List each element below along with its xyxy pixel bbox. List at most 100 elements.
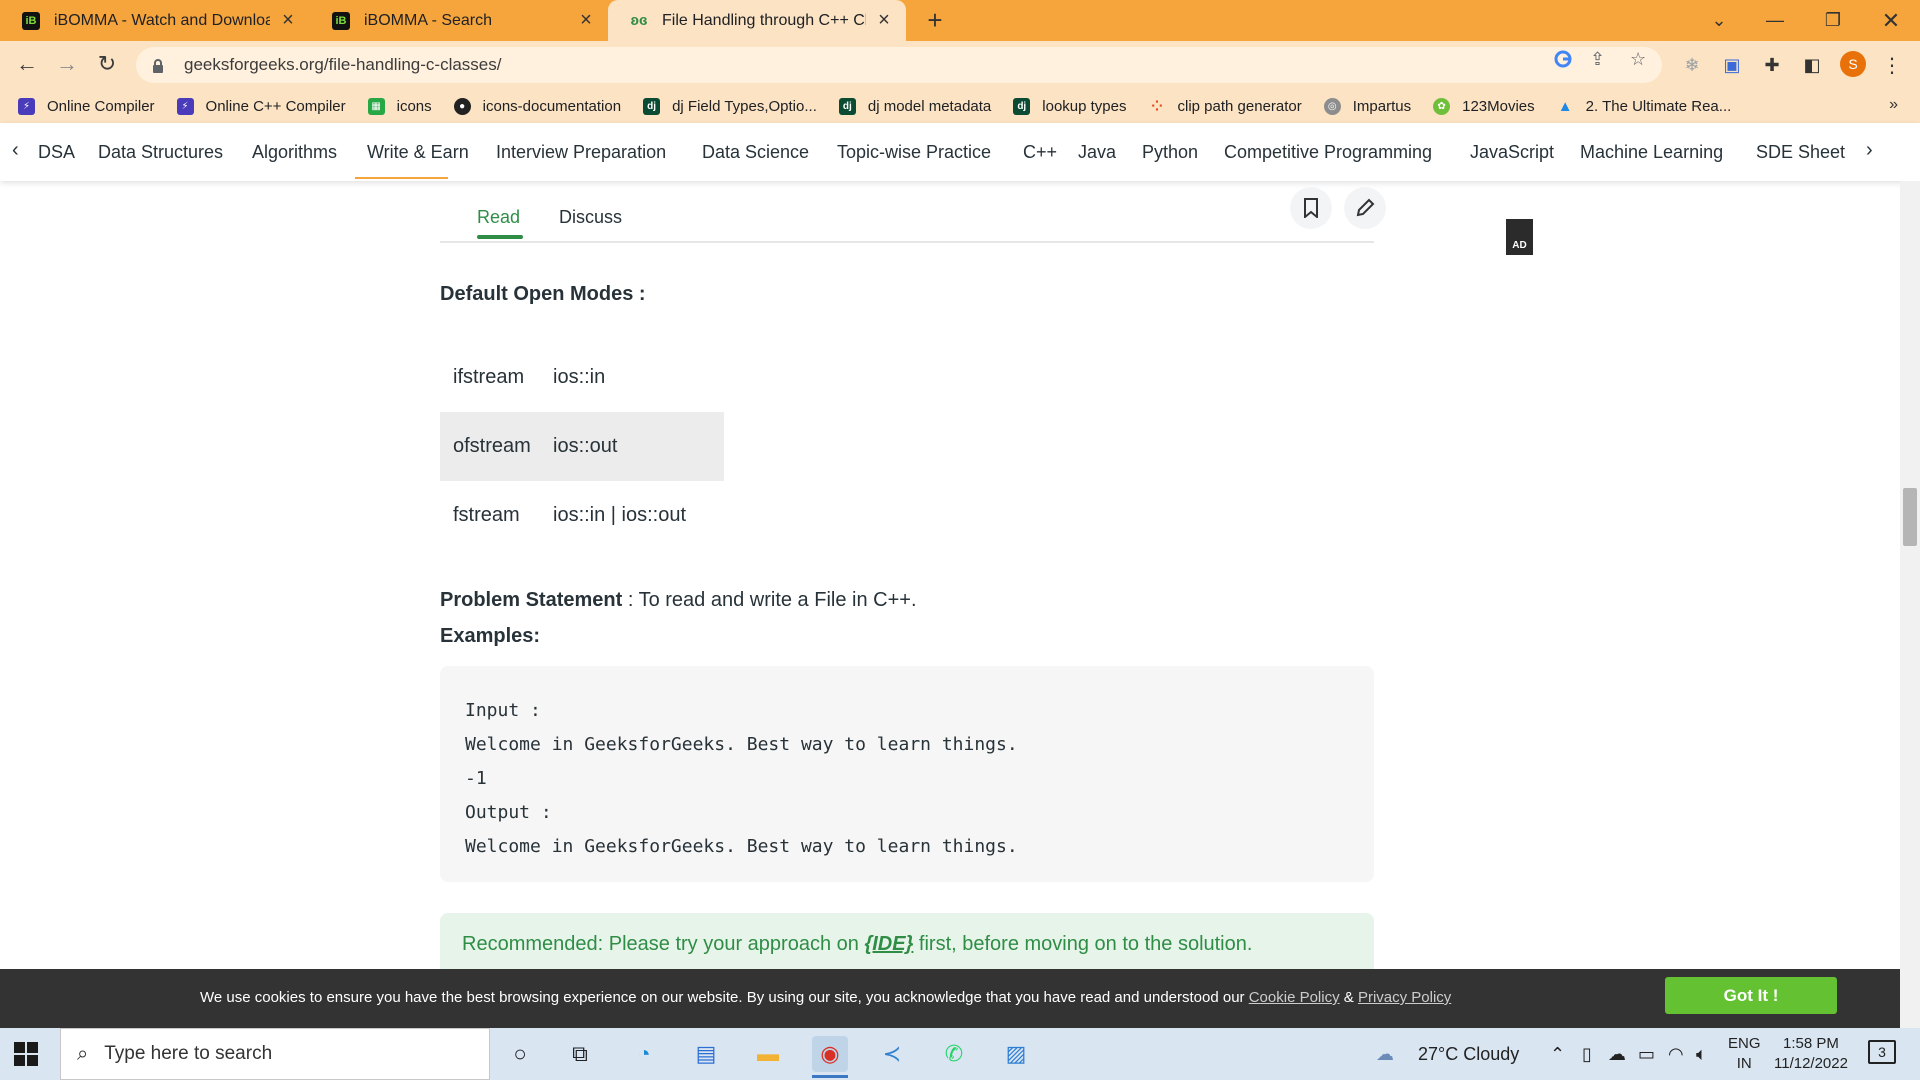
notifications-icon[interactable]: 3 xyxy=(1868,1040,1896,1064)
code-line: Input : xyxy=(465,700,541,721)
ide-link[interactable]: {IDE} xyxy=(864,933,913,955)
browser-tab-1[interactable]: iB iBOMMA - Watch and Download × xyxy=(0,0,310,41)
battery-icon[interactable]: ▭ xyxy=(1638,1044,1655,1065)
section-heading: Default Open Modes : xyxy=(440,283,646,305)
photos-icon[interactable]: ▨ xyxy=(998,1036,1034,1072)
edit-article-button[interactable] xyxy=(1344,187,1386,229)
nav-item-interview-preparation[interactable]: Interview Preparation xyxy=(496,142,666,163)
bookmark-online-cpp-compiler[interactable]: ⚡ Online C++ Compiler xyxy=(176,97,346,115)
nav-item-write-earn[interactable]: Write & Earn xyxy=(367,142,469,163)
weather-text[interactable]: 27°C Cloudy xyxy=(1418,1044,1519,1065)
file-explorer-icon[interactable]: ▬ xyxy=(750,1036,786,1072)
windows-start-icon[interactable] xyxy=(14,1042,38,1066)
table-row: ofstream ios::out xyxy=(440,412,724,481)
wifi-icon[interactable]: ◠ xyxy=(1668,1044,1684,1065)
nav-item-algorithms[interactable]: Algorithms xyxy=(252,142,337,163)
nav-active-indicator xyxy=(355,177,448,179)
close-tab-icon[interactable]: × xyxy=(576,9,596,32)
new-tab-button[interactable]: + xyxy=(912,0,958,41)
bookmark-label: icons xyxy=(396,97,432,115)
privacy-policy-link[interactable]: Privacy Policy xyxy=(1358,989,1451,1006)
side-panel-icon[interactable]: ◧ xyxy=(1800,53,1824,77)
store-icon[interactable]: ▤ xyxy=(688,1036,724,1072)
device-icon[interactable]: ▯ xyxy=(1582,1044,1592,1065)
close-tab-icon[interactable]: × xyxy=(278,9,298,32)
close-tab-icon[interactable]: × xyxy=(874,9,894,32)
share-icon[interactable]: ⇪ xyxy=(1590,49,1605,70)
edge-icon[interactable]: ◔ xyxy=(626,1036,662,1072)
nav-item-data-structures[interactable]: Data Structures xyxy=(98,142,223,163)
taskbar-search-box[interactable]: ⌕ Type here to search xyxy=(60,1028,490,1080)
nav-prev-icon[interactable]: ‹ xyxy=(12,139,19,162)
chrome-icon[interactable]: ◉ xyxy=(812,1036,848,1072)
language-indicator[interactable]: ENG IN xyxy=(1728,1034,1761,1074)
vscode-icon[interactable]: ≺ xyxy=(874,1036,910,1072)
bookmark-article-button[interactable] xyxy=(1290,187,1332,229)
tab-search-icon[interactable]: ⌄ xyxy=(1696,0,1742,41)
table-row: fstream ios::in | ios::out xyxy=(440,481,724,550)
nav-item-topic-wise-practice[interactable]: Topic-wise Practice xyxy=(837,142,991,163)
bookmarks-overflow-icon[interactable]: » xyxy=(1889,96,1898,114)
bookmark-label: Online Compiler xyxy=(47,97,155,115)
lang-bottom: IN xyxy=(1736,1055,1752,1072)
lang-top: ENG xyxy=(1728,1035,1761,1052)
bookmark-dj-field-types[interactable]: dj dj Field Types,Optio... xyxy=(643,97,817,115)
tab-discuss[interactable]: Discuss xyxy=(559,207,622,228)
mode-cell: ios::in | ios::out xyxy=(553,504,687,526)
bookmark-ultimate-rea[interactable]: ▲ 2. The Ultimate Rea... xyxy=(1557,98,1732,115)
bookmark-icons-documentation[interactable]: ● icons-documentation xyxy=(453,97,621,115)
bolt-icon: ⚡ xyxy=(18,97,35,115)
forward-icon[interactable]: → xyxy=(50,47,84,81)
cookie-policy-link[interactable]: Cookie Policy xyxy=(1249,989,1340,1006)
bookmark-online-compiler[interactable]: ⚡ Online Compiler xyxy=(18,97,155,115)
accept-cookies-button[interactable]: Got It ! xyxy=(1665,977,1837,1014)
clock-time: 1:58 PM xyxy=(1783,1035,1839,1052)
restore-icon[interactable]: ❐ xyxy=(1810,0,1856,41)
bookmark-icon xyxy=(1304,198,1318,218)
ad-badge[interactable]: AD xyxy=(1506,219,1533,255)
nav-item-sde-sheet[interactable]: SDE Sheet xyxy=(1756,142,1845,163)
system-clock[interactable]: 1:58 PM 11/12/2022 xyxy=(1774,1034,1848,1074)
extension-screen-icon[interactable]: ▣ xyxy=(1720,53,1744,77)
task-view-icon[interactable]: ⧉ xyxy=(562,1036,598,1072)
nav-item-data-science[interactable]: Data Science xyxy=(702,142,809,163)
bookmark-label: lookup types xyxy=(1042,97,1127,115)
profile-avatar[interactable]: S xyxy=(1840,51,1866,77)
scrollbar-thumb[interactable] xyxy=(1903,488,1917,546)
bookmark-icons[interactable]: ▦ icons xyxy=(367,97,432,115)
bookmark-lookup-types[interactable]: dj lookup types xyxy=(1013,97,1127,115)
cortana-icon[interactable]: ○ xyxy=(502,1036,538,1072)
bookmark-123movies[interactable]: ✿ 123Movies xyxy=(1433,97,1535,115)
tab-read[interactable]: Read xyxy=(477,207,520,228)
google-lens-icon[interactable] xyxy=(1553,49,1573,74)
whatsapp-icon[interactable]: ✆ xyxy=(936,1036,972,1072)
onedrive-icon[interactable]: ☁ xyxy=(1608,1044,1626,1065)
extensions-puzzle-icon[interactable]: ✚ xyxy=(1760,53,1784,77)
extension-snow-icon[interactable]: ❄ xyxy=(1680,53,1704,77)
dots-icon: ⁘ xyxy=(1151,97,1163,114)
close-window-icon[interactable]: ✕ xyxy=(1868,0,1914,41)
minimize-icon[interactable]: — xyxy=(1752,0,1798,41)
nav-next-icon[interactable]: › xyxy=(1866,139,1873,162)
reload-icon[interactable]: ↻ xyxy=(90,47,124,81)
browser-tab-2[interactable]: iB iBOMMA - Search × xyxy=(310,0,608,41)
volume-icon[interactable]: 🔈︎ xyxy=(1696,1044,1707,1065)
page-scrollbar[interactable] xyxy=(1900,181,1920,1028)
address-bar[interactable]: geeksforgeeks.org/file-handling-c-classe… xyxy=(136,47,1662,83)
tray-overflow-icon[interactable]: ⌃ xyxy=(1550,1044,1565,1065)
bookmark-dj-model-metadata[interactable]: dj dj model metadata xyxy=(838,97,991,115)
bookmark-clip-path-generator[interactable]: ⁘ clip path generator xyxy=(1149,98,1302,115)
nav-item-java[interactable]: Java xyxy=(1078,142,1116,163)
bookmark-impartus[interactable]: ◎ Impartus xyxy=(1323,97,1412,115)
nav-item-machine-learning[interactable]: Machine Learning xyxy=(1580,142,1723,163)
menu-dots-icon[interactable]: ⋮ xyxy=(1880,53,1904,77)
browser-tab-active[interactable]: ʚɞ File Handling through C++ Class × xyxy=(608,0,906,41)
nav-item-dsa[interactable]: DSA xyxy=(38,142,75,163)
nav-item-python[interactable]: Python xyxy=(1142,142,1198,163)
bookmark-star-icon[interactable]: ☆ xyxy=(1630,49,1646,70)
bookmark-label: Impartus xyxy=(1352,97,1412,115)
nav-item-competitive-programming[interactable]: Competitive Programming xyxy=(1224,142,1432,163)
nav-item-javascript[interactable]: JavaScript xyxy=(1470,142,1554,163)
back-icon[interactable]: ← xyxy=(10,47,44,81)
nav-item-cpp[interactable]: C++ xyxy=(1023,142,1057,163)
